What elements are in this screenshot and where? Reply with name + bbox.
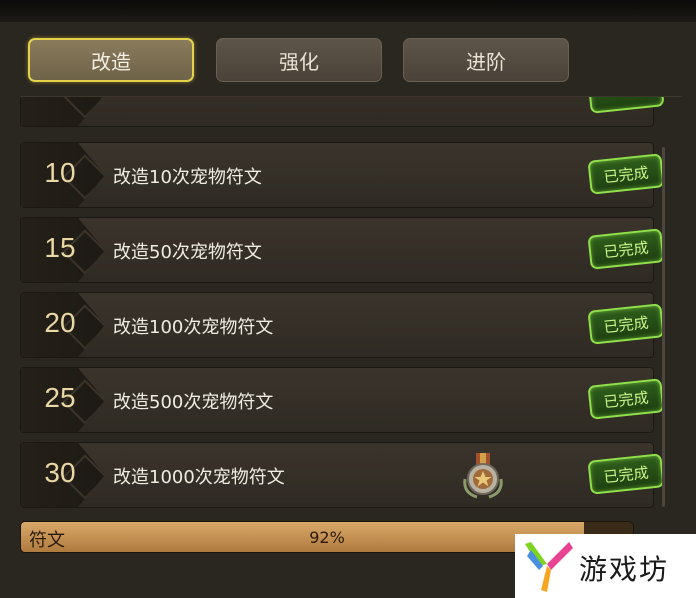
task-description: 改造1000次宠物符文 — [113, 467, 285, 488]
tab-modify[interactable]: 改造 — [28, 38, 194, 82]
tab-advance-label: 进阶 — [466, 49, 506, 74]
task-description: 改造500次宠物符文 — [113, 392, 274, 413]
done-badge: 已完成 — [587, 153, 665, 195]
done-badge: 已完成 — [587, 378, 665, 420]
done-badge-partial — [587, 97, 665, 114]
task-description: 改造100次宠物符文 — [113, 317, 274, 338]
watermark-logo: 游戏坊 — [515, 534, 696, 598]
watermark-text: 游戏坊 — [579, 553, 670, 586]
tab-modify-label: 改造 — [91, 49, 131, 74]
list-item: 15 改造50次宠物符文 已完成 — [20, 217, 665, 283]
tab-strengthen[interactable]: 强化 — [216, 38, 382, 82]
task-description: 改造10次宠物符文 — [113, 167, 262, 188]
list-item: 25 改造500次宠物符文 已完成 — [20, 367, 665, 433]
tab-strengthen-label: 强化 — [279, 49, 319, 74]
list-item: 10 改造10次宠物符文 已完成 — [20, 142, 665, 208]
task-description: 改造50次宠物符文 — [113, 242, 262, 263]
scrollbar[interactable] — [662, 147, 665, 507]
done-badge: 已完成 — [587, 303, 665, 345]
done-badge: 已完成 — [587, 453, 665, 495]
level-frame — [21, 97, 105, 126]
list-item-partial — [20, 97, 665, 127]
list-item: 20 改造100次宠物符文 已完成 — [20, 292, 665, 358]
list-item: 30 改造1000次宠物符文 已完成 — [20, 442, 665, 508]
done-badge: 已完成 — [587, 228, 665, 270]
logo-icon — [525, 542, 573, 592]
level-number: 10 — [44, 157, 76, 188]
medal-icon[interactable] — [461, 453, 505, 499]
top-band — [0, 0, 696, 22]
level-number: 25 — [44, 382, 76, 413]
tab-advance[interactable]: 进阶 — [403, 38, 569, 82]
level-number: 30 — [44, 457, 76, 488]
level-number: 20 — [44, 307, 76, 338]
level-number: 15 — [44, 232, 76, 263]
achievement-list[interactable]: 10 改造10次宠物符文 已完成 15 改造50次宠物符文 已完成 20 改造1… — [20, 96, 682, 513]
